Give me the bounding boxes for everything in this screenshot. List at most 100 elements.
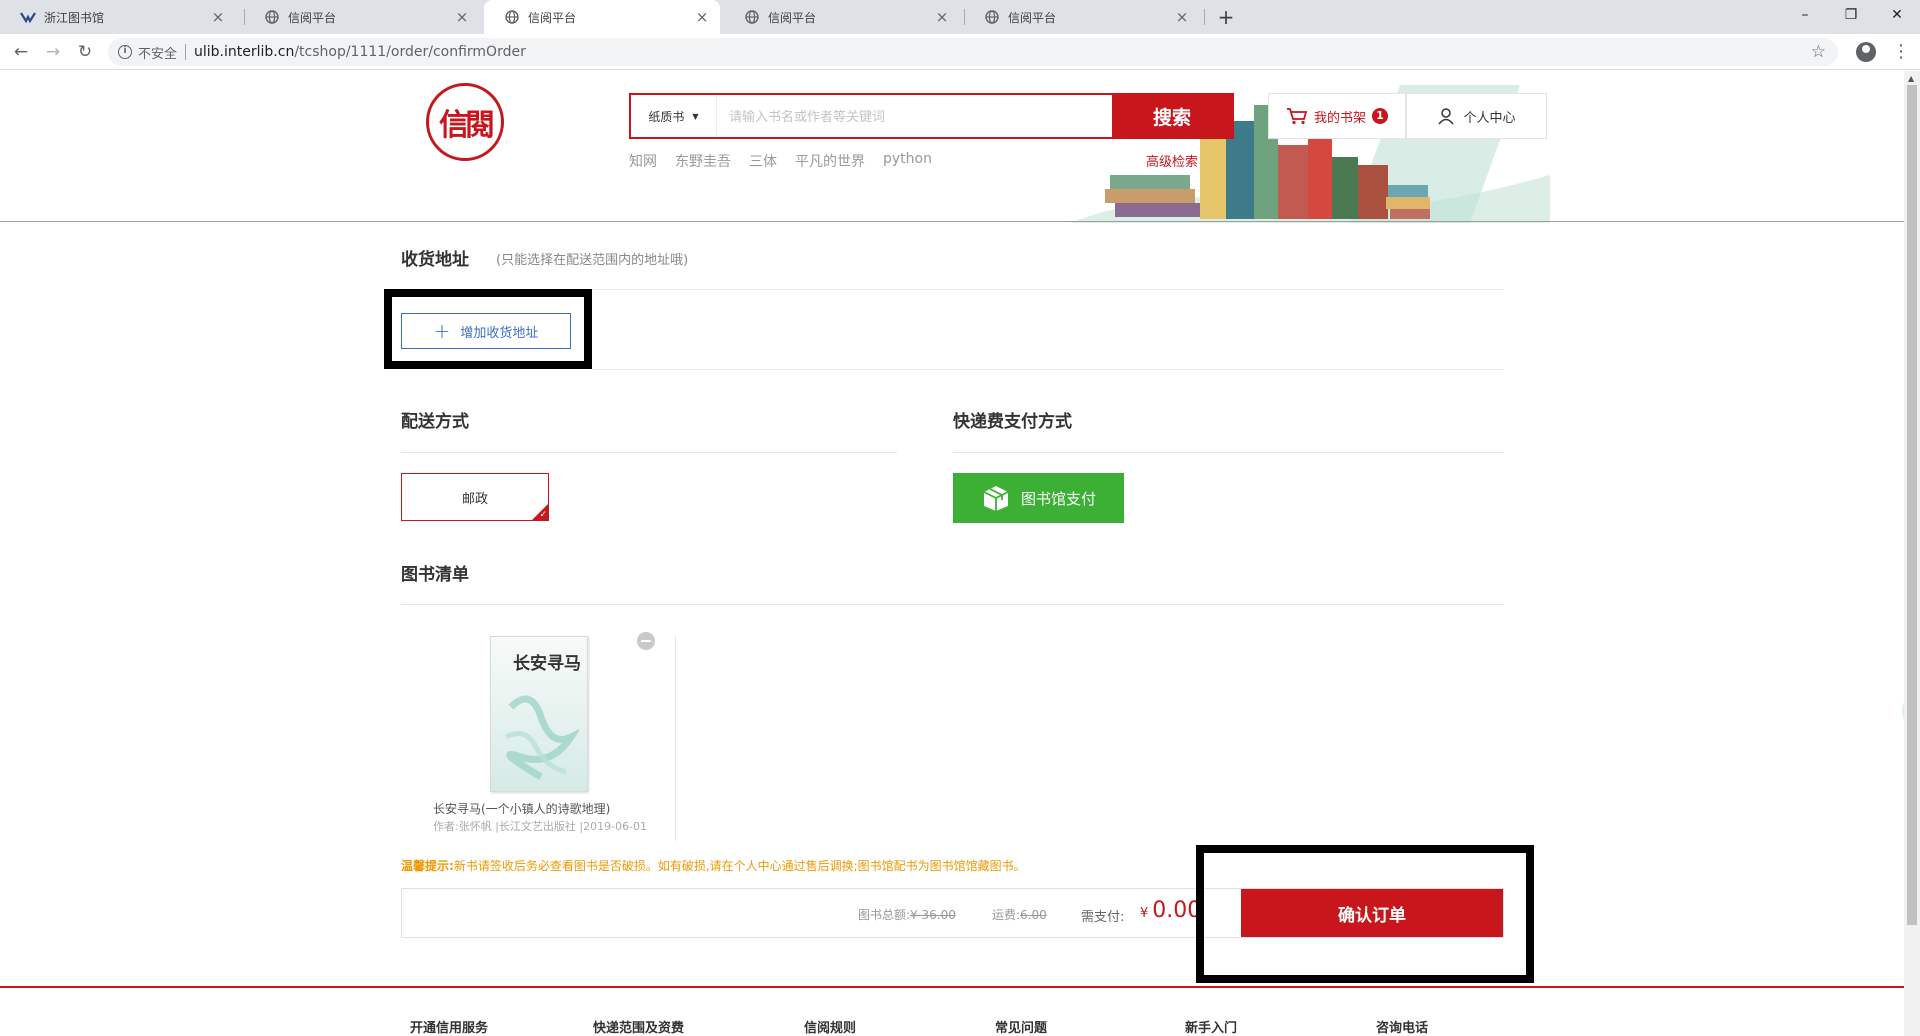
caret-down-icon: ▼	[692, 111, 699, 121]
new-tab-icon[interactable]: +	[1212, 5, 1240, 29]
search-type-label: 纸质书	[648, 109, 685, 124]
address-section-title: 收货地址	[401, 250, 469, 270]
my-bookshelf-button[interactable]: 我的书架 1	[1268, 93, 1406, 139]
warm-tip-text: 新书请签收后务必查看图书是否破损。如有破损,请在个人中心通过售后调换;图书馆配书…	[453, 859, 1026, 873]
warm-tip: 温馨提示:新书请签收后务必查看图书是否破损。如有破损,请在个人中心通过售后调换;…	[401, 857, 1026, 874]
globe-icon	[984, 9, 1000, 25]
restore-icon[interactable]: ❐	[1828, 0, 1874, 34]
tab-separator	[1204, 9, 1205, 25]
user-icon	[1438, 108, 1455, 125]
book-meta: 作者:张怀帆 |长江文艺出版社 |2019-06-01	[433, 820, 648, 833]
section-divider	[953, 452, 1504, 453]
hot-word-link[interactable]: python	[883, 151, 932, 171]
payment-option-label: 图书馆支付	[1020, 489, 1096, 508]
footer-link[interactable]: 信阅规则	[804, 1017, 856, 1036]
cart-icon	[1286, 108, 1308, 125]
cover-title: 长安寻马	[513, 654, 581, 674]
browser-tab-strip: 浙江图书馆 × 信阅平台 × 信阅平台 × 信阅平台 × 信阅平台 × + – …	[0, 0, 1920, 34]
bookshelf-count-badge: 1	[1372, 108, 1388, 124]
book-total-label: 图书总额:	[858, 908, 911, 922]
warm-tip-label: 温馨提示:	[401, 859, 454, 873]
footer-link[interactable]: 开通信用服务	[410, 1017, 488, 1036]
check-icon: ✓	[539, 510, 547, 520]
book-total-value: ¥ 36.00	[910, 908, 956, 922]
delivery-section-title: 配送方式	[401, 412, 469, 432]
tab-close-icon[interactable]: ×	[694, 9, 710, 25]
section-divider	[592, 369, 1504, 370]
scrollbar-thumb[interactable]	[1907, 85, 1917, 925]
highlight-box-add-address	[384, 289, 592, 369]
minimize-icon[interactable]: –	[1782, 0, 1828, 34]
globe-icon	[744, 9, 760, 25]
search-type-select[interactable]: 纸质书 ▼	[631, 95, 717, 137]
back-icon[interactable]: ←	[9, 40, 33, 64]
book-total: 图书总额:¥ 36.00	[858, 906, 956, 923]
globe-icon	[264, 9, 280, 25]
search-button[interactable]: 搜索	[1112, 95, 1232, 137]
search-bar: 纸质书 ▼ 搜索	[629, 93, 1234, 139]
footer-link[interactable]: 快递范围及资费	[593, 1017, 684, 1036]
tab-close-icon[interactable]: ×	[934, 9, 950, 25]
search-input[interactable]	[717, 95, 1112, 137]
site-logo[interactable]: 信閱	[426, 83, 504, 161]
need-pay-value: 0.00	[1152, 898, 1202, 923]
currency-symbol: ¥	[1140, 906, 1149, 921]
footer-link[interactable]: 咨询电话	[1376, 1017, 1428, 1036]
highlight-box-confirm-order	[1196, 845, 1534, 983]
book-title[interactable]: 长安寻马(一个小镇人的诗歌地理)	[433, 800, 610, 817]
info-icon[interactable]: i	[118, 45, 132, 59]
book-card: 长安寻马 长安寻马(一个小镇人的诗歌地理) 作者:张怀帆 |长江文艺出版社 |2…	[401, 632, 676, 841]
section-divider	[401, 604, 1504, 605]
delivery-option-post[interactable]: 邮政 ✓	[401, 473, 549, 521]
hot-word-link[interactable]: 东野圭吾	[675, 151, 731, 171]
page-scrollbar[interactable]: ▲	[1904, 71, 1920, 1036]
remove-book-icon[interactable]	[637, 632, 655, 650]
footer-link[interactable]: 新手入门	[1185, 1017, 1237, 1036]
user-center-button[interactable]: 个人中心	[1406, 93, 1547, 139]
footer-link[interactable]: 常见问题	[995, 1017, 1047, 1036]
browser-tab-active[interactable]: 信阅平台 ×	[484, 0, 720, 34]
delivery-option-label: 邮政	[461, 491, 488, 507]
omnibox-divider	[185, 44, 187, 60]
browser-tab[interactable]: 信阅平台 ×	[724, 0, 960, 34]
need-pay-label: 需支付:	[1081, 910, 1125, 925]
browser-menu-icon[interactable]: ⋮	[1892, 40, 1910, 64]
section-divider	[401, 452, 897, 453]
freight-value: 6.00	[1020, 908, 1047, 922]
globe-icon	[504, 9, 520, 25]
package-icon	[983, 486, 1009, 511]
book-cover-image[interactable]: 长安寻马	[490, 636, 588, 792]
freight-label: 运费:	[992, 908, 1021, 922]
freight: 运费:6.00	[992, 906, 1047, 923]
payment-option-library[interactable]: 图书馆支付	[953, 473, 1124, 523]
advanced-search-link[interactable]: 高级检索	[1146, 151, 1198, 170]
page-viewport: 信閱 纸质书 ▼ 搜索 知网 东野圭吾 三体 平凡的世界 python 高级检索	[0, 71, 1904, 1036]
browser-toolbar: ← → ↻ i 不安全 ulib.interlib.cn /tcshop/111…	[0, 34, 1920, 70]
address-section-hint: (只能选择在配送范围内的地址哦)	[496, 253, 689, 268]
address-bar[interactable]: i 不安全 ulib.interlib.cn /tcshop/1111/orde…	[108, 38, 1838, 66]
tab-close-icon[interactable]: ×	[454, 9, 470, 25]
zjlib-favicon-icon	[20, 9, 36, 25]
tab-close-icon[interactable]: ×	[1174, 9, 1190, 25]
hot-word-link[interactable]: 平凡的世界	[795, 151, 865, 171]
tab-close-icon[interactable]: ×	[210, 9, 226, 25]
reload-icon[interactable]: ↻	[73, 40, 97, 64]
tab-title: 信阅平台	[1008, 10, 1057, 25]
hot-word-link[interactable]: 三体	[749, 151, 777, 171]
url-path: /tcshop/1111/order/confirmOrder	[294, 44, 526, 60]
hot-word-link[interactable]: 知网	[629, 151, 657, 171]
browser-tab[interactable]: 浙江图书馆 ×	[0, 0, 236, 34]
tab-title: 信阅平台	[768, 10, 817, 25]
need-pay-amount: ¥0.00	[1140, 898, 1201, 923]
bookshelf-label: 我的书架	[1313, 110, 1366, 126]
cover-artwork	[504, 695, 579, 781]
tab-title: 信阅平台	[288, 10, 337, 25]
bookmark-star-icon[interactable]: ☆	[1811, 42, 1826, 62]
user-center-label: 个人中心	[1463, 110, 1516, 126]
account-icon[interactable]	[1856, 42, 1876, 62]
forward-icon[interactable]: →	[41, 40, 65, 64]
browser-tab[interactable]: 信阅平台 ×	[964, 0, 1200, 34]
scroll-up-icon[interactable]: ▲	[1908, 74, 1914, 83]
browser-tab[interactable]: 信阅平台 ×	[244, 0, 480, 34]
close-window-icon[interactable]: ✕	[1874, 0, 1920, 34]
